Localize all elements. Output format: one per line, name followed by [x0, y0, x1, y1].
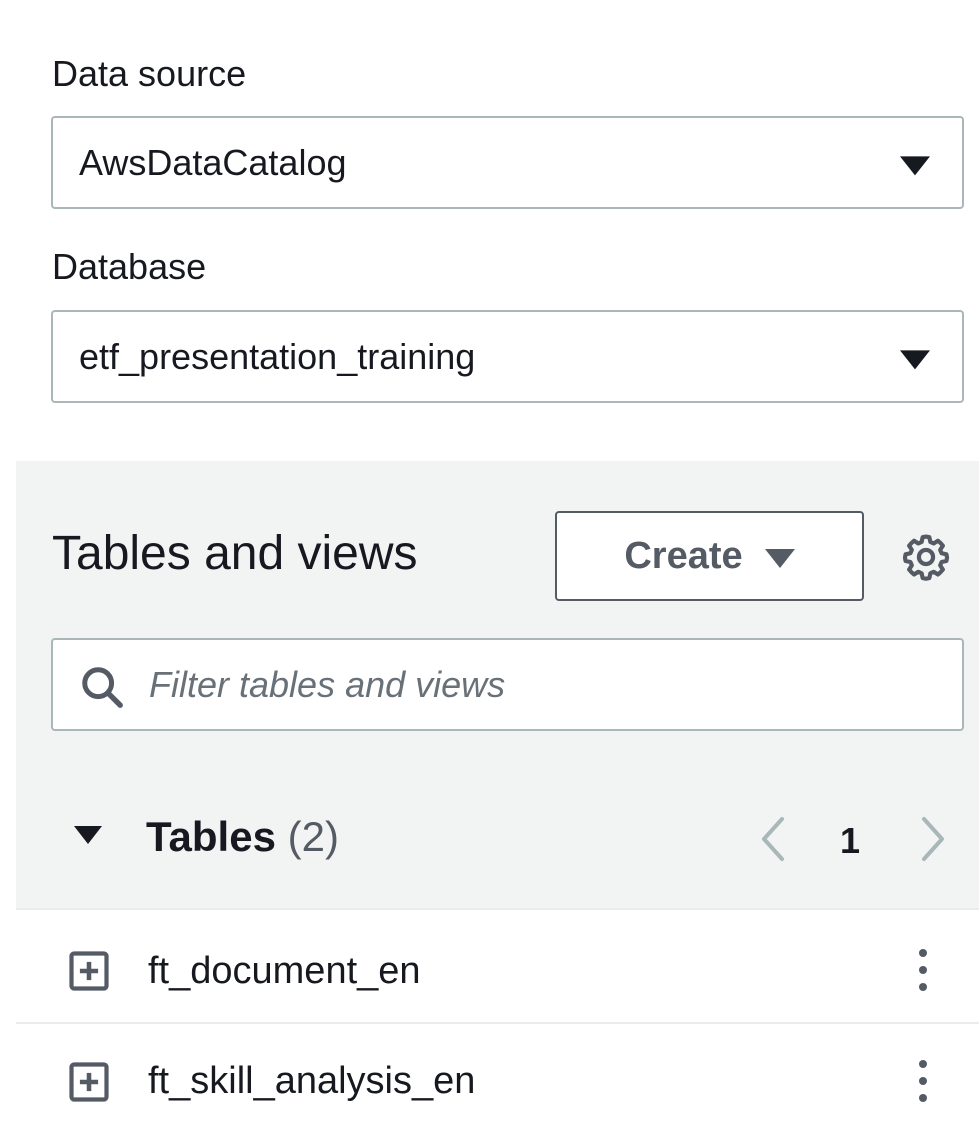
expand-plus-icon[interactable] — [68, 950, 110, 992]
caret-down-icon — [764, 548, 795, 568]
database-value: etf_presentation_training — [79, 335, 476, 377]
chevron-right-icon[interactable] — [918, 815, 948, 863]
tables-count: (2) — [287, 813, 339, 860]
data-source-select[interactable]: AwsDataCatalog — [51, 116, 964, 209]
tables-header[interactable]: Tables (2) — [146, 816, 339, 858]
tables-label: Tables — [146, 813, 276, 860]
more-vertical-icon[interactable] — [911, 947, 935, 993]
database-label: Database — [52, 246, 207, 287]
tables-panel: Data source AwsDataCatalog Database etf_… — [0, 0, 979, 1135]
expand-plus-icon[interactable] — [68, 1061, 110, 1103]
more-vertical-icon[interactable] — [911, 1058, 935, 1104]
filter-field[interactable] — [51, 638, 964, 731]
divider — [16, 1022, 979, 1024]
create-button-label: Create — [624, 534, 743, 577]
data-source-label: Data source — [52, 53, 247, 94]
gear-icon[interactable] — [901, 532, 951, 582]
table-row-name[interactable]: ft_skill_analysis_en — [148, 1062, 475, 1100]
section-title: Tables and views — [52, 527, 418, 580]
caret-down-icon — [900, 155, 930, 175]
search-icon — [82, 667, 123, 708]
database-select[interactable]: etf_presentation_training — [51, 310, 964, 403]
filter-input[interactable] — [149, 640, 929, 729]
create-button[interactable]: Create — [555, 511, 864, 601]
divider — [16, 908, 979, 910]
chevron-left-icon[interactable] — [758, 815, 788, 863]
page-number[interactable]: 1 — [840, 820, 860, 862]
data-source-value: AwsDataCatalog — [79, 141, 347, 183]
table-row-name[interactable]: ft_document_en — [148, 952, 421, 990]
caret-down-icon — [900, 349, 930, 369]
caret-down-icon[interactable] — [74, 826, 102, 844]
